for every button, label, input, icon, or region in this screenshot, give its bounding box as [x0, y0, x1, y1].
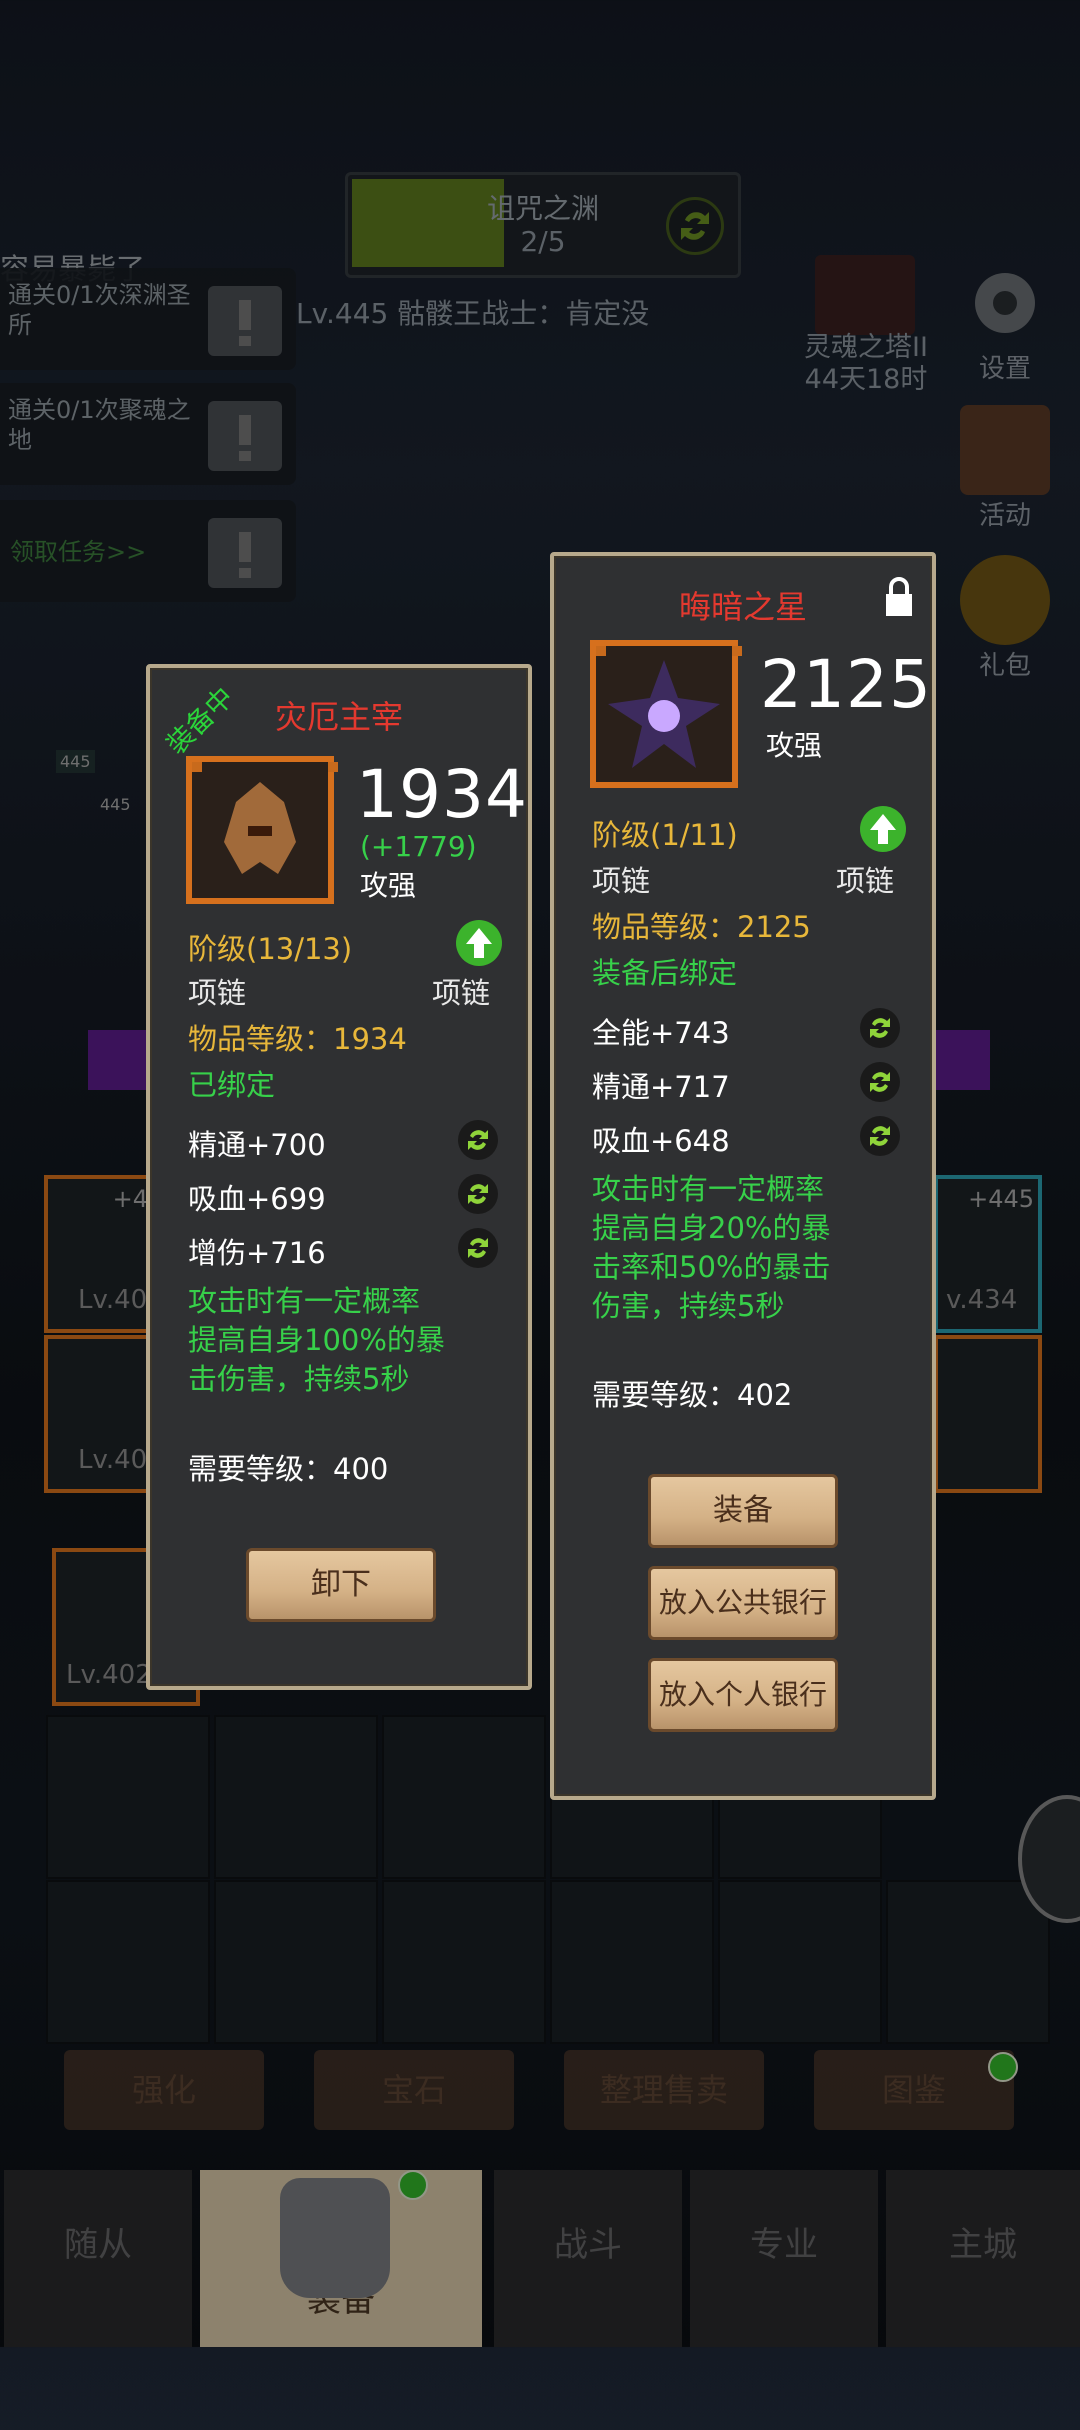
- stat-line: 吸血+648: [592, 1124, 730, 1158]
- stat-line: 吸血+699: [188, 1182, 326, 1216]
- item-tier: 阶级(13/13): [188, 932, 353, 966]
- lock-icon[interactable]: [884, 576, 914, 618]
- upgrade-arrow-icon[interactable]: [860, 806, 906, 852]
- item-slot: [186, 756, 338, 904]
- star-amulet-icon: [608, 660, 720, 768]
- required-level: 需要等级：402: [592, 1378, 793, 1412]
- reroll-icon[interactable]: [458, 1228, 498, 1268]
- effect-line: 伤害，持续5秒: [592, 1289, 785, 1323]
- effect-line: 攻击时有一定概率: [592, 1172, 825, 1206]
- slot-type: 项链: [188, 976, 247, 1010]
- power-type: 攻强: [766, 729, 823, 762]
- put-public-bank-button[interactable]: 放入公共银行: [648, 1566, 838, 1640]
- item-power: 2125: [760, 646, 932, 723]
- item-name: 灾厄主宰: [274, 698, 403, 736]
- slot-type-compare: 项链: [432, 976, 491, 1010]
- helmet-icon: [224, 782, 296, 874]
- slot-type-compare: 项链: [836, 864, 895, 898]
- required-level: 需要等级：400: [188, 1452, 389, 1486]
- bind-status: 装备后绑定: [592, 956, 738, 990]
- unequip-button[interactable]: 卸下: [246, 1548, 436, 1622]
- effect-line: 提高自身100%的暴: [188, 1323, 445, 1357]
- reroll-icon[interactable]: [458, 1174, 498, 1214]
- power-type: 攻强: [360, 869, 417, 902]
- effect-line: 击伤害，持续5秒: [188, 1362, 410, 1396]
- slot-type: 项链: [592, 864, 651, 898]
- candidate-item-card: 晦暗之星 2125 攻强 阶级(1/11) 项链 项链 物品等级：2125 装备…: [550, 552, 936, 1800]
- item-power: 1934: [356, 756, 528, 833]
- reroll-icon[interactable]: [458, 1120, 498, 1160]
- effect-line: 提高自身20%的暴: [592, 1211, 831, 1245]
- equip-button[interactable]: 装备: [648, 1474, 838, 1548]
- stat-line: 全能+743: [592, 1016, 730, 1050]
- upgrade-arrow-icon[interactable]: [456, 920, 502, 966]
- item-level: 物品等级：1934: [188, 1022, 407, 1056]
- effect-line: 攻击时有一定概率: [188, 1284, 421, 1318]
- stat-line: 增伤+716: [188, 1236, 326, 1270]
- item-effect: 攻击时有一定概率 提高自身20%的暴 击率和50%的暴击 伤害，持续5秒: [592, 1170, 830, 1326]
- effect-line: 击率和50%的暴击: [592, 1250, 831, 1284]
- item-effect: 攻击时有一定概率 提高自身100%的暴 击伤害，持续5秒: [188, 1282, 445, 1399]
- put-personal-bank-button[interactable]: 放入个人银行: [648, 1658, 838, 1732]
- stat-line: 精通+700: [188, 1128, 326, 1162]
- power-diff: (+1779): [360, 830, 477, 863]
- item-level: 物品等级：2125: [592, 910, 811, 944]
- equipped-item-card: 装备中 灾厄主宰 1934 (+1779) 攻强 阶级(13/13) 项链 项链…: [146, 664, 532, 1690]
- item-name: 晦暗之星: [678, 588, 807, 626]
- reroll-icon[interactable]: [860, 1116, 900, 1156]
- bind-status: 已绑定: [188, 1068, 276, 1102]
- reroll-icon[interactable]: [860, 1008, 900, 1048]
- item-slot: [590, 640, 742, 788]
- reroll-icon[interactable]: [860, 1062, 900, 1102]
- item-tier: 阶级(1/11): [592, 818, 738, 852]
- stat-line: 精通+717: [592, 1070, 730, 1104]
